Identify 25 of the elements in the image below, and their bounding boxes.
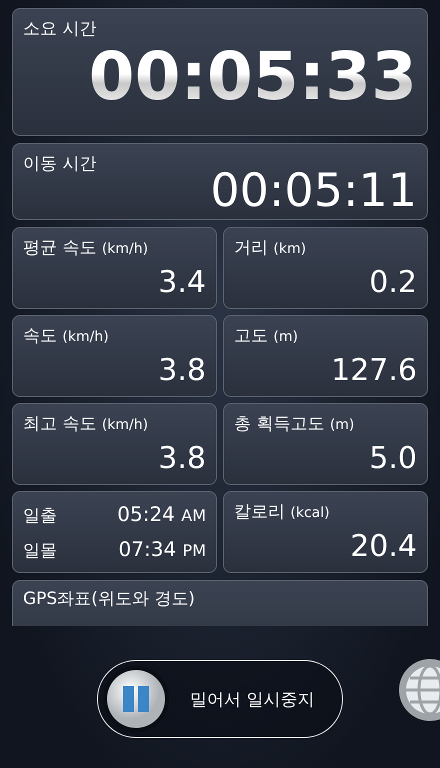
stat-value: 0.2 xyxy=(369,268,417,298)
stat-value: 3.8 xyxy=(158,356,206,386)
stat-value: 5.0 xyxy=(369,444,417,474)
timer-label: 이동 시간 xyxy=(23,153,98,175)
stat-label: 평균 속도 (km/h) xyxy=(23,237,150,259)
gps-label: GPS좌표(위도와 경도) xyxy=(23,589,195,609)
stat-value: 127.6 xyxy=(331,356,417,386)
stat-label: 칼로리 (kcal) xyxy=(234,501,331,523)
globe-icon[interactable] xyxy=(398,658,440,722)
slide-to-pause-button[interactable]: 밀어서 일시중지 xyxy=(97,660,343,738)
stat-value: 3.4 xyxy=(158,268,206,298)
stat-value: 3.8 xyxy=(158,444,206,474)
stat-value: 20.4 xyxy=(350,532,417,562)
pause-icon xyxy=(102,665,170,733)
sun-time: 07:34 PM xyxy=(118,537,206,561)
sun-label: 일몰 xyxy=(23,540,57,562)
stat-label: 총 획득고도 (m) xyxy=(234,413,356,435)
stat-label: 거리 (km) xyxy=(234,237,308,259)
timer-value: 00:05:11 xyxy=(210,167,417,213)
sun-time: 05:24 AM xyxy=(117,502,206,526)
stat-label: 최고 속도 (km/h) xyxy=(23,413,150,435)
timer-label: 소요 시간 xyxy=(23,18,98,40)
stat-label: 고도 (m) xyxy=(234,325,299,347)
stat-label: 속도 (km/h) xyxy=(23,325,110,347)
sun-label: 일출 xyxy=(23,505,57,527)
